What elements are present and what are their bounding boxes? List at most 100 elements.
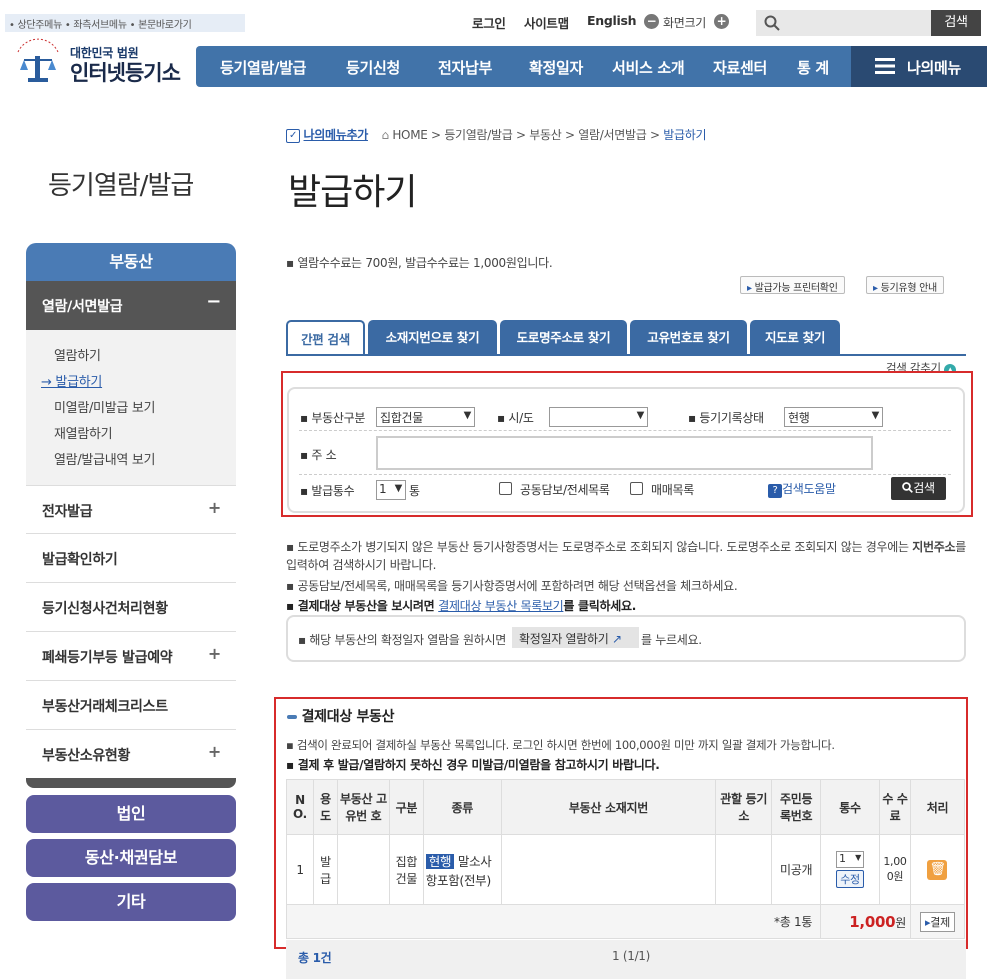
sidebar-item-issue[interactable]: → 발급하기 xyxy=(41,371,102,390)
joint-collateral-checkbox[interactable] xyxy=(499,482,512,495)
etc-button[interactable]: 기타 xyxy=(26,883,236,921)
sidebar-item-history[interactable]: 열람/발급내역 보기 xyxy=(54,449,156,468)
address-label: ▪ 주 소 xyxy=(300,448,337,462)
won-unit: 원 xyxy=(895,915,906,930)
register-type-button[interactable]: ▸ 등기유형 안내 xyxy=(866,276,944,294)
sidebar-item-label: 부동산거래체크리스트 xyxy=(42,699,168,715)
login-link[interactable]: 로그인 xyxy=(472,13,506,32)
option-note: ▪ 공동담보/전세목록, 매매목록을 등기사항증명서에 포함하려면 해당 선택옵… xyxy=(286,579,738,593)
city-label: ▪ 시/도 xyxy=(497,411,534,425)
count-unit: 통 xyxy=(409,484,420,498)
home-icon: ⌂ xyxy=(381,128,389,142)
edit-button[interactable]: 수정 xyxy=(836,870,864,888)
row-count-select[interactable]: 1 ▼ xyxy=(836,851,865,868)
sidebar-item-view[interactable]: 열람하기 xyxy=(54,345,101,364)
row-fee: 1,00 0원 xyxy=(879,834,911,905)
english-link[interactable]: English xyxy=(587,13,637,28)
count-label-text: 발급통수 xyxy=(311,484,355,498)
status-label: ▪ 등기기록상태 xyxy=(688,411,764,425)
my-menu-label: 나의메뉴 xyxy=(907,59,962,77)
register-type-label: 등기유형 안내 xyxy=(880,283,938,294)
breadcrumb-path: HOME > 등기열람/발급 > 부동산 > 열람/서면발급 > xyxy=(392,128,664,142)
nav-item-payment[interactable]: 전자납부 xyxy=(438,57,492,78)
row-count: 1 ▼ 수정 xyxy=(820,834,880,905)
page-indicator[interactable]: 1 (1/1) xyxy=(612,949,650,963)
pay-button[interactable]: ▸결제 xyxy=(920,911,955,932)
form-search-button[interactable]: 검색 xyxy=(891,477,946,500)
nav-item-stats[interactable]: 통 계 xyxy=(797,57,829,78)
sidebar-head[interactable]: 부동산 xyxy=(26,243,236,281)
sidebar-item-checklist[interactable]: 부동산거래체크리스트 xyxy=(26,681,236,730)
address-label-text: 주 소 xyxy=(311,448,337,462)
zoom-in-icon[interactable]: + xyxy=(714,14,729,29)
sidebar-item-label: 전자발급 xyxy=(42,504,93,520)
movables-button[interactable]: 동산·채권담보 xyxy=(26,839,236,877)
sidebar-item-unissued[interactable]: 미열람/미발급 보기 xyxy=(54,397,156,416)
search-help-link[interactable]: ? 검색도움말 xyxy=(768,480,836,498)
result-note-1: ▪ 검색이 완료되어 결제하실 부동산 목록입니다. 로그인 하시면 한번에 1… xyxy=(286,738,835,752)
sidebar-item-e-issue[interactable]: 전자발급 + xyxy=(26,485,236,534)
sidebar-item-review[interactable]: 재열람하기 xyxy=(54,423,113,442)
nav-item-resources[interactable]: 자료센터 xyxy=(713,57,767,78)
check-icon: ✓ xyxy=(286,128,300,143)
hide-search-link[interactable]: 검색 감추기 ▴ xyxy=(886,360,957,371)
row-count-value: 1 xyxy=(839,852,846,865)
confirm-date-button[interactable]: 확정일자 열람하기 ↗ xyxy=(512,627,639,648)
my-menu-button[interactable]: 나의메뉴 xyxy=(851,46,987,87)
total-row: *총 1통 1,000원 ▸결제 xyxy=(285,904,966,939)
tab-simple-search[interactable]: 간편 검색 xyxy=(286,320,365,356)
sidebar-item-closed[interactable]: 폐쇄등기부등 발급예약 + xyxy=(26,632,236,681)
nav-item-apply[interactable]: 등기신청 xyxy=(346,57,400,78)
sidebar-title: 등기열람/발급 xyxy=(48,171,194,201)
sale-list-checkbox[interactable] xyxy=(630,482,643,495)
top-search-input[interactable] xyxy=(756,10,931,36)
zoom-label: 화면크기 xyxy=(663,16,706,30)
nav-item-view[interactable]: 등기열람/발급 xyxy=(220,57,306,78)
divider xyxy=(299,430,951,431)
col-address: 부동산 소재지번 xyxy=(500,779,717,835)
sidebar-item-check[interactable]: 발급확인하기 xyxy=(26,534,236,583)
sidebar-item-ownership[interactable]: 부동산소유현황 + xyxy=(26,730,236,779)
sidebar-item-label: 발급확인하기 xyxy=(42,552,118,568)
status-select[interactable]: 현행 ▼ xyxy=(784,407,883,427)
tab-road-search[interactable]: 도로명주소로 찾기 xyxy=(500,320,627,356)
tab-map-search[interactable]: 지도로 찾기 xyxy=(750,320,840,356)
count-select[interactable]: 1 ▼ xyxy=(376,480,406,500)
add-my-menu-link[interactable]: 나의메뉴추가 xyxy=(304,128,369,142)
result-note-2: ▪ 결제 후 발급/열람하지 못하신 경우 미발급/미열람을 참고하시기 바랍니… xyxy=(286,758,660,772)
hamburger-icon xyxy=(875,58,895,74)
payment-list-link[interactable]: 결제대상 부동산 목록보기 xyxy=(438,599,563,613)
sidebar-bottom xyxy=(26,778,236,788)
skip-links[interactable]: • 상단주메뉴 • 좌측서브메뉴 • 본문바로가기 xyxy=(5,14,245,32)
col-div: 구분 xyxy=(388,779,424,835)
printer-check-button[interactable]: ▸ 발급가능 프린터확인 xyxy=(740,276,845,294)
sidebar-item-status[interactable]: 등기신청사건처리현황 xyxy=(26,583,236,632)
sitemap-link[interactable]: 사이트맵 xyxy=(524,13,569,32)
nav-item-service[interactable]: 서비스 소개 xyxy=(612,57,685,78)
sidebar-sub[interactable]: 열람/서면발급 − xyxy=(26,281,236,330)
col-kind: 종류 xyxy=(422,779,502,835)
type-select[interactable]: 집합건물 ▼ xyxy=(376,407,475,427)
city-select[interactable]: ▼ xyxy=(549,407,648,427)
corporate-button[interactable]: 법인 xyxy=(26,795,236,833)
zoom-out-icon[interactable]: − xyxy=(644,14,659,29)
fee-note-text: 열람수수료는 700원, 발급수수료는 1,000원입니다. xyxy=(297,256,553,270)
col-count: 통수 xyxy=(820,779,880,835)
divider xyxy=(299,474,951,475)
court-logo[interactable] xyxy=(12,38,64,88)
sidebar-item-label: 등기신청사건처리현황 xyxy=(42,601,168,617)
pay-cell: ▸결제 xyxy=(909,904,966,939)
tab-id-search[interactable]: 고유번호로 찾기 xyxy=(630,320,747,356)
total-items: 총 1건 xyxy=(298,951,332,965)
trash-icon[interactable]: 🗑 xyxy=(927,859,948,880)
logo-name[interactable]: 인터넷등기소 xyxy=(70,57,181,87)
nav-item-confirm-date[interactable]: 확정일자 xyxy=(529,57,583,78)
breadcrumb-current: 발급하기 xyxy=(663,128,707,142)
col-no: N O. xyxy=(286,779,314,835)
tab-lot-search[interactable]: 소재지번으로 찾기 xyxy=(368,320,497,356)
arrow-icon: ▸ xyxy=(747,283,752,294)
address-input[interactable] xyxy=(376,436,873,470)
top-search-button[interactable]: 검색 xyxy=(931,10,981,36)
fee-note: ▪ 열람수수료는 700원, 발급수수료는 1,000원입니다. xyxy=(286,256,553,270)
row-address xyxy=(500,834,717,905)
